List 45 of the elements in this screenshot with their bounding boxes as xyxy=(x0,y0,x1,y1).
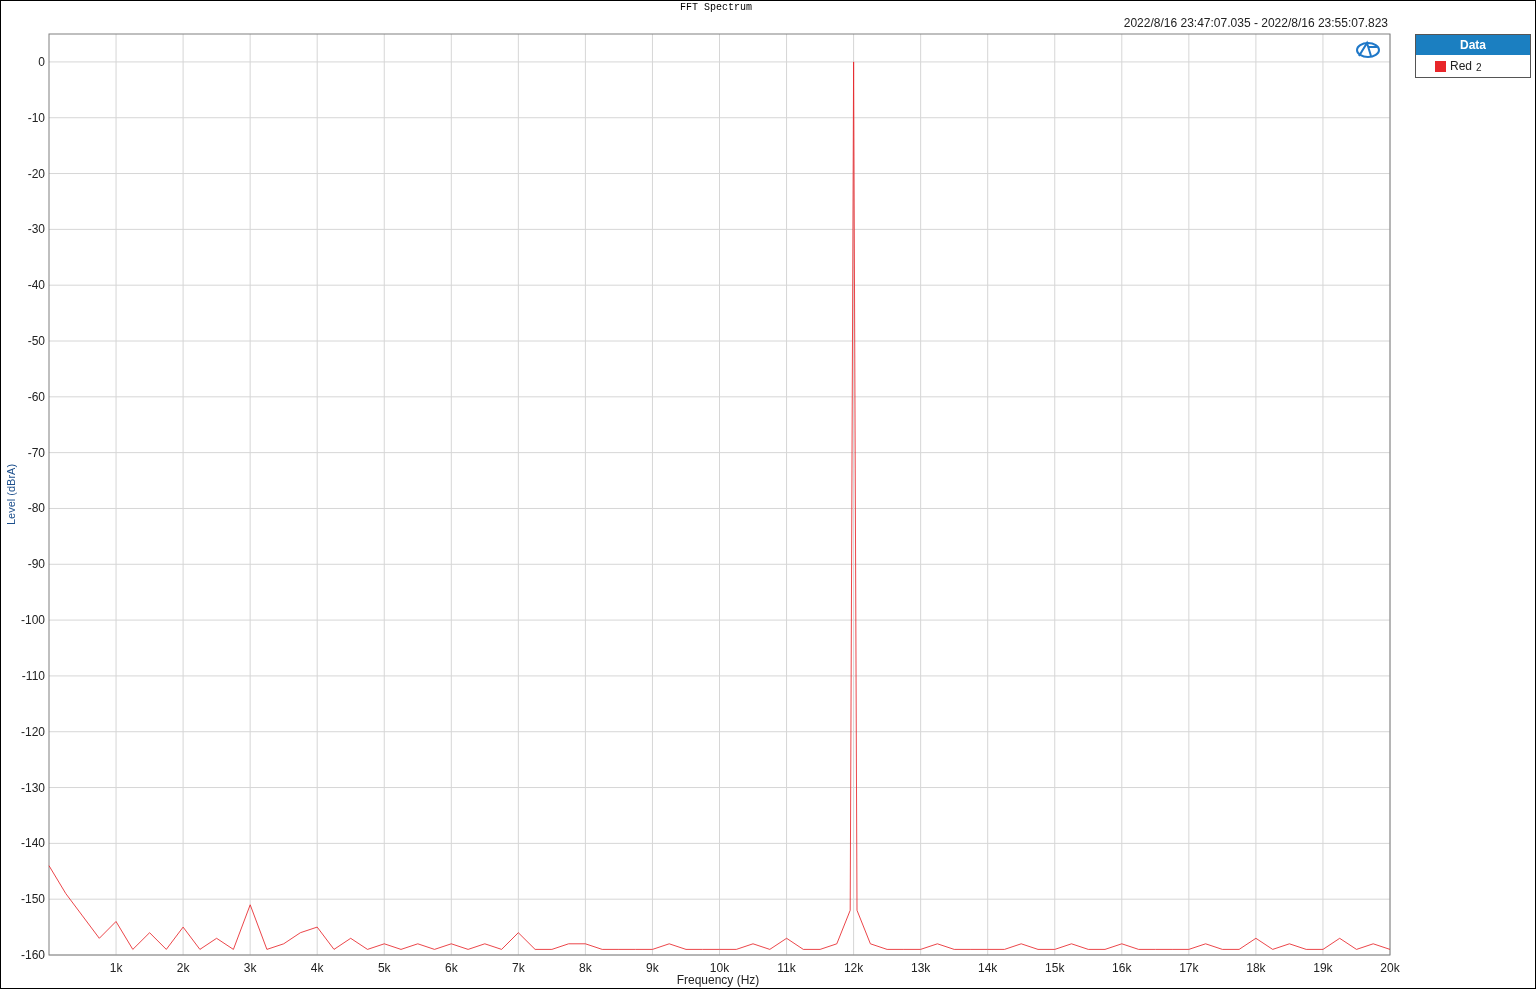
y-tick-label: -110 xyxy=(21,668,45,683)
y-tick-label: -10 xyxy=(27,110,45,125)
y-tick-label: -80 xyxy=(27,501,45,516)
channel-number: 2 xyxy=(1476,62,1482,73)
y-tick-label: -130 xyxy=(20,780,45,795)
x-tick-label: 6k xyxy=(444,961,458,975)
x-tick-label: 4k xyxy=(310,961,324,975)
y-tick-label: -140 xyxy=(20,836,45,851)
y-tick-label: -30 xyxy=(27,222,45,237)
x-tick-label: 7k xyxy=(512,961,525,975)
y-tick-label: -100 xyxy=(20,613,45,628)
x-tick-label: 1k xyxy=(109,961,123,975)
y-tick-label: -160 xyxy=(20,948,45,962)
y-tick-label: -50 xyxy=(27,334,45,348)
y-tick-label: -60 xyxy=(27,389,45,404)
x-tick-label: 18k xyxy=(1246,961,1266,975)
x-tick-label: 2k xyxy=(176,961,190,975)
time-range: 2022/8/16 23:47:07.035 - 2022/8/16 23:55:07.823 xyxy=(1123,16,1388,30)
x-tick-label: 12k xyxy=(843,961,864,975)
y-tick-label: -150 xyxy=(20,892,45,907)
y-axis-label: Level (dBrA) xyxy=(5,463,17,526)
x-tick-label: 8k xyxy=(579,961,592,975)
y-tick-label: -70 xyxy=(27,445,45,460)
logo-icon xyxy=(1356,40,1380,58)
y-tick-label: -40 xyxy=(27,278,45,293)
x-tick-label: 5k xyxy=(377,961,391,975)
y-tick-label: 0 xyxy=(38,54,45,69)
x-tick-label: 20k xyxy=(1380,961,1400,975)
x-tick-label: 14k xyxy=(978,961,998,975)
legend-header: Data xyxy=(1416,35,1530,55)
x-tick-label: 13k xyxy=(910,961,931,975)
y-tick-label: -120 xyxy=(20,724,45,739)
x-tick-label: 11k xyxy=(777,961,796,975)
legend-label: Red xyxy=(1450,59,1472,73)
x-tick-label: 16k xyxy=(1112,961,1132,975)
chart-title: FFT Spectrum xyxy=(680,2,752,13)
x-tick-label: 3k xyxy=(243,961,257,975)
x-axis-label: Frequency (Hz) xyxy=(676,973,760,987)
x-tick-label: 9k xyxy=(646,961,659,975)
y-tick-label: -90 xyxy=(27,557,45,572)
x-tick-label: 10k xyxy=(709,961,730,975)
x-tick-label: 17k xyxy=(1179,961,1199,975)
x-tick-label: 15k xyxy=(1045,961,1065,975)
x-tick-label: 19k xyxy=(1313,961,1333,975)
y-tick-label: -20 xyxy=(27,166,45,181)
